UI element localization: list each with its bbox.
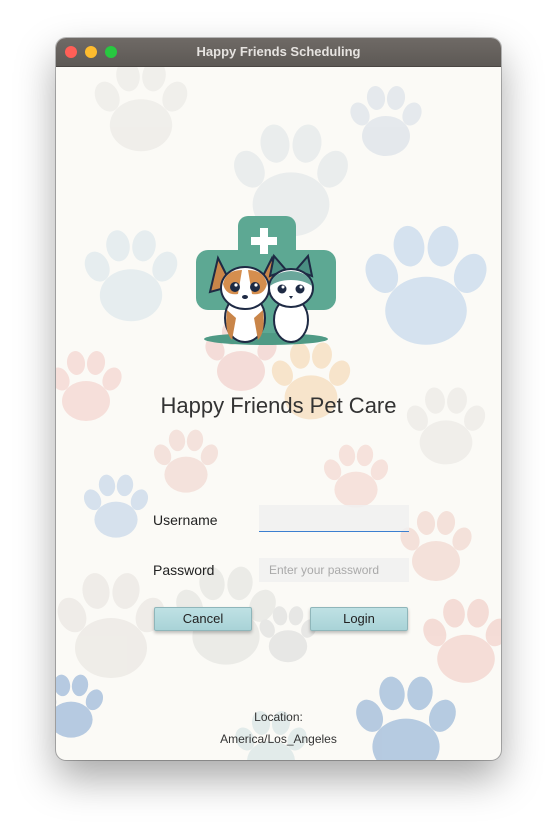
username-label: Username	[153, 512, 218, 528]
location-zone: America/Los_Angeles	[220, 732, 337, 746]
window-title: Happy Friends Scheduling	[196, 44, 361, 59]
paw-print-icon	[359, 223, 493, 345]
username-input[interactable]	[259, 505, 409, 532]
cancel-button[interactable]: Cancel	[154, 607, 252, 631]
paw-print-icon	[90, 67, 192, 152]
paw-print-icon	[346, 84, 426, 156]
password-input[interactable]	[259, 558, 409, 582]
app-window: Happy Friends Scheduling Happy Friends P…	[56, 38, 501, 760]
title-bar: Happy Friends Scheduling	[56, 38, 501, 67]
password-label: Password	[153, 562, 215, 578]
paw-print-icon	[80, 228, 182, 322]
paw-print-icon	[150, 428, 222, 493]
paw-print-icon	[320, 443, 392, 508]
login-view: Happy Friends Pet Care Username Password…	[56, 67, 501, 760]
paw-print-icon	[56, 673, 107, 738]
paw-print-icon	[56, 571, 170, 678]
paw-print-icon	[418, 597, 501, 683]
login-button[interactable]: Login	[310, 607, 408, 631]
location-label: Location:	[254, 710, 303, 724]
paw-print-icon	[80, 473, 152, 538]
app-title: Happy Friends Pet Care	[160, 393, 397, 418]
pet-care-logo-icon	[196, 216, 336, 345]
